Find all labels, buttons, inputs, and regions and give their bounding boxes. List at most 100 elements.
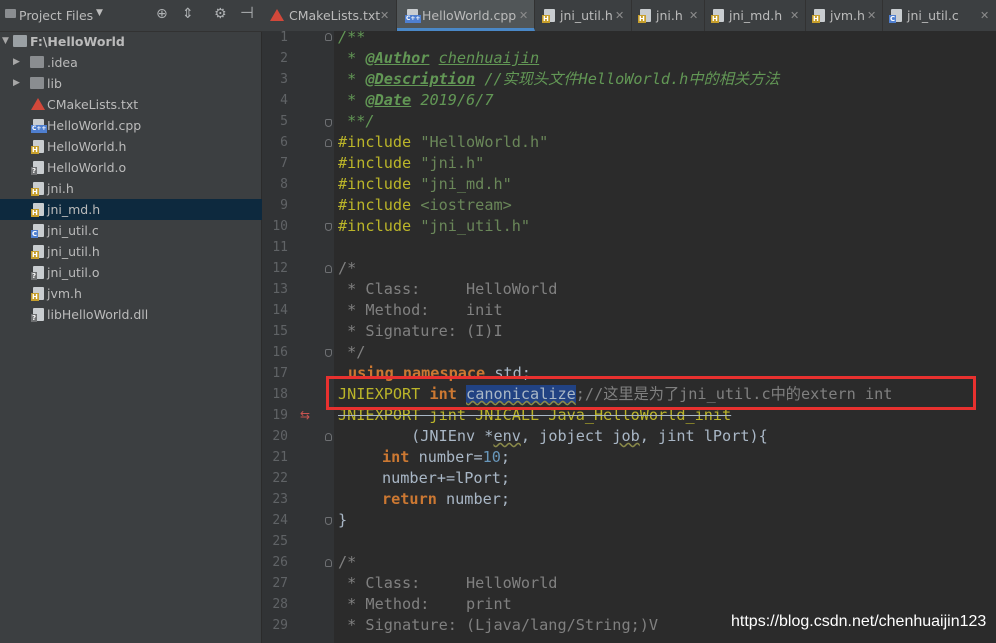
header-file-icon: H: [638, 9, 651, 23]
editor-gutter: 1 2 3 4 5 6 7 8 9 10 11 12 13 14 15 16 1…: [262, 30, 334, 643]
code-line: #include "HelloWorld.h": [338, 132, 548, 153]
tree-item-jni-md-h[interactable]: H jni_md.h: [0, 199, 262, 220]
chevron-right-icon[interactable]: ▶: [13, 52, 20, 73]
tree-item-label: F:\HelloWorld: [30, 34, 125, 49]
code-line: number+=lPort;: [382, 469, 511, 487]
line-number: 19: [272, 408, 288, 423]
line-number: 17: [272, 366, 288, 381]
tab-jni-util-h[interactable]: H jni_util.h ✕: [536, 0, 632, 31]
chevron-down-icon[interactable]: ▼: [96, 8, 103, 18]
code-line: /**: [338, 28, 366, 46]
close-icon[interactable]: ✕: [380, 0, 389, 31]
chevron-down-icon[interactable]: ▼: [2, 31, 9, 52]
tree-root[interactable]: ▼ F:\HelloWorld: [0, 31, 262, 52]
folder-icon: [5, 9, 16, 18]
tree-item-label: libHelloWorld.dll: [47, 307, 149, 322]
tab-label: jni.h: [656, 8, 683, 23]
line-number: 13: [272, 282, 288, 297]
close-icon[interactable]: ✕: [867, 0, 876, 31]
code-line: #include "jni_util.h": [338, 216, 530, 237]
fold-icon[interactable]: [325, 265, 332, 273]
fold-icon[interactable]: [325, 139, 332, 147]
code-token: #include: [338, 154, 412, 172]
line-number: 2: [280, 51, 288, 66]
tree-item-jni-util-h[interactable]: H jni_util.h: [0, 241, 262, 262]
header-file-icon: H: [31, 287, 44, 301]
code-line: (JNIEnv *env, jobject job, jint lPort){: [338, 426, 768, 447]
code-line: #include "jni_md.h": [338, 174, 512, 195]
line-number: 29: [272, 618, 288, 633]
fold-icon[interactable]: [325, 517, 332, 525]
tab-jni-h[interactable]: H jni.h ✕: [632, 0, 705, 31]
object-file-icon: ?: [31, 266, 44, 280]
tree-item-jni-util-c[interactable]: C jni_util.c: [0, 220, 262, 241]
tree-item-jvm-h[interactable]: H jvm.h: [0, 283, 262, 304]
locate-icon[interactable]: ⊕: [156, 6, 168, 22]
tree-item-libhelloworld-dll[interactable]: ? libHelloWorld.dll: [0, 304, 262, 325]
fold-icon[interactable]: [325, 559, 332, 567]
tree-item-helloworld-cpp[interactable]: C++ HelloWorld.cpp: [0, 115, 262, 136]
tab-label: HelloWorld.cpp: [422, 8, 517, 23]
line-number: 7: [280, 156, 288, 171]
folder-icon: [30, 77, 44, 89]
code-token: *: [338, 70, 366, 88]
close-icon[interactable]: ✕: [790, 0, 799, 31]
fold-icon[interactable]: [325, 119, 332, 127]
code-token: "HelloWorld.h": [420, 133, 549, 151]
tab-helloworld-cpp[interactable]: C++ HelloWorld.cpp ✕: [397, 0, 535, 31]
tree-item-idea[interactable]: ▶ .idea: [0, 52, 262, 73]
tab-label: jni_util.h: [560, 8, 613, 23]
code-token: JNIEXPORT: [338, 385, 421, 403]
fold-icon[interactable]: [325, 33, 332, 41]
selected-identifier[interactable]: canonicalize: [466, 385, 576, 403]
chevron-right-icon[interactable]: ▶: [13, 73, 20, 94]
code-editor[interactable]: 1 2 3 4 5 6 7 8 9 10 11 12 13 14 15 16 1…: [262, 28, 996, 643]
fold-icon[interactable]: [325, 349, 332, 357]
line-number: 14: [272, 303, 288, 318]
implementation-marker-icon[interactable]: ⇆: [300, 405, 310, 426]
project-view-title[interactable]: Project Files: [19, 8, 93, 23]
close-icon[interactable]: ✕: [689, 0, 698, 31]
code-token: ;//这里是为了jni_util.c中的extern int: [575, 385, 893, 403]
tree-item-jni-util-o[interactable]: ? jni_util.o: [0, 262, 262, 283]
hide-icon[interactable]: ⊣: [240, 5, 254, 21]
cmake-file-icon: [31, 98, 45, 110]
code-token: using: [348, 364, 394, 382]
code-token: *: [338, 91, 366, 109]
dll-file-icon: ?: [31, 308, 44, 322]
collapse-all-icon[interactable]: ⇕: [182, 6, 194, 22]
c-file-icon: C: [31, 224, 44, 238]
code-token: //实现头文件HelloWorld.h中的相关方法: [484, 70, 780, 88]
code-token: #include: [338, 196, 412, 214]
tab-jvm-h[interactable]: H jvm.h ✕: [806, 0, 883, 31]
tree-item-jni-h[interactable]: H jni.h: [0, 178, 262, 199]
tree-item-helloworld-o[interactable]: ? HelloWorld.o: [0, 157, 262, 178]
close-icon[interactable]: ✕: [519, 0, 528, 31]
header-file-icon: H: [31, 140, 44, 154]
tree-item-cmakelists[interactable]: CMakeLists.txt: [0, 94, 262, 115]
code-token: int: [429, 385, 457, 403]
tab-label: jni_util.c: [907, 8, 959, 23]
tab-jni-md-h[interactable]: H jni_md.h ✕: [705, 0, 806, 31]
code-token: return: [382, 490, 437, 508]
close-icon[interactable]: ✕: [980, 0, 989, 31]
tree-item-helloworld-h[interactable]: H HelloWorld.h: [0, 136, 262, 157]
tree-item-lib[interactable]: ▶ lib: [0, 73, 262, 94]
fold-icon[interactable]: [325, 223, 332, 231]
tree-item-label: CMakeLists.txt: [47, 97, 139, 112]
cpp-file-icon: C++: [405, 9, 422, 23]
code-token: (JNIEnv *: [338, 427, 494, 445]
code-token: env: [493, 427, 521, 445]
tab-jni-util-c[interactable]: C jni_util.c ✕: [883, 0, 996, 31]
code-token: "jni_util.h": [420, 217, 531, 235]
close-icon[interactable]: ✕: [615, 0, 624, 31]
gear-icon[interactable]: ⚙: [214, 6, 227, 22]
code-line: using namespace std;: [348, 363, 531, 384]
line-number: 10: [272, 219, 288, 234]
tree-item-label: HelloWorld.h: [47, 139, 127, 154]
line-number: 22: [272, 471, 288, 486]
code-token: namespace: [402, 364, 486, 382]
fold-icon[interactable]: [325, 433, 332, 441]
tree-item-label: jni_util.c: [47, 223, 99, 238]
code-line: * Method: print: [338, 595, 512, 613]
